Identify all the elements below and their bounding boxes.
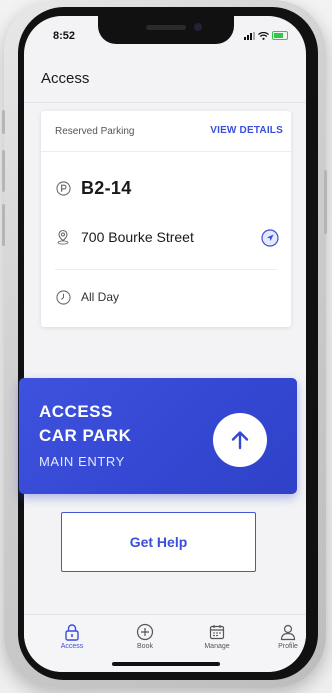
tab-label: Manage — [204, 643, 230, 650]
plus-circle-icon — [136, 623, 154, 641]
parking-icon — [55, 181, 71, 197]
side-button-power — [324, 170, 327, 234]
front-camera — [194, 23, 202, 31]
bay-row: B2-14 — [55, 178, 132, 199]
calendar-icon — [209, 625, 225, 640]
view-details-link[interactable]: VIEW DETAILS — [210, 125, 283, 136]
app-screen: 8:52 Access Reserved Parking VIEW DETAIL… — [24, 16, 306, 672]
page-title: Access — [41, 70, 90, 87]
tab-book[interactable]: Book — [120, 623, 170, 650]
signal-icon — [244, 31, 255, 40]
page-header: Access — [24, 56, 306, 103]
bay-number: B2-14 — [81, 178, 132, 198]
status-time: 8:52 — [53, 30, 76, 42]
reservation-type: Reserved Parking — [55, 126, 135, 137]
tab-label: Book — [137, 643, 153, 650]
clock-icon — [55, 289, 71, 305]
access-title-line2: CAR PARK — [39, 426, 132, 445]
tab-manage[interactable]: Manage — [192, 623, 242, 650]
entry-name: MAIN ENTRY — [39, 454, 125, 469]
side-button-volume-up — [2, 150, 5, 192]
duration-text: All Day — [81, 290, 120, 304]
side-button-volume-down — [2, 204, 5, 246]
get-help-button[interactable]: Get Help — [61, 512, 256, 572]
address-text: 700 Bourke Street — [81, 229, 194, 245]
home-indicator — [112, 662, 220, 666]
navigate-icon[interactable] — [261, 229, 279, 247]
reservation-card: Reserved Parking VIEW DETAILS B2-14 700 … — [41, 111, 291, 327]
camera-notch — [98, 16, 234, 44]
lock-icon — [65, 624, 79, 641]
tab-label: Access — [60, 643, 84, 650]
reservation-card-header: Reserved Parking VIEW DETAILS — [41, 111, 291, 152]
tab-profile[interactable]: Profile — [263, 623, 306, 650]
access-title-line1: ACCESS — [39, 402, 113, 421]
tab-label: Profile — [278, 643, 298, 650]
tab-access[interactable]: Access — [47, 623, 97, 650]
side-button-silent — [2, 110, 5, 134]
speaker-grille — [146, 25, 186, 30]
wifi-icon — [258, 31, 269, 40]
address-row: 700 Bourke Street — [55, 229, 194, 245]
status-icons — [244, 31, 288, 40]
open-gate-button[interactable] — [213, 413, 267, 467]
card-divider — [55, 269, 277, 270]
person-icon — [280, 624, 296, 641]
duration-row: All Day — [55, 289, 119, 305]
location-pin-icon — [55, 229, 71, 245]
battery-icon — [272, 31, 288, 40]
arrow-up-icon — [231, 431, 249, 450]
access-car-park-panel[interactable]: ACCESS CAR PARK MAIN ENTRY — [19, 378, 297, 494]
